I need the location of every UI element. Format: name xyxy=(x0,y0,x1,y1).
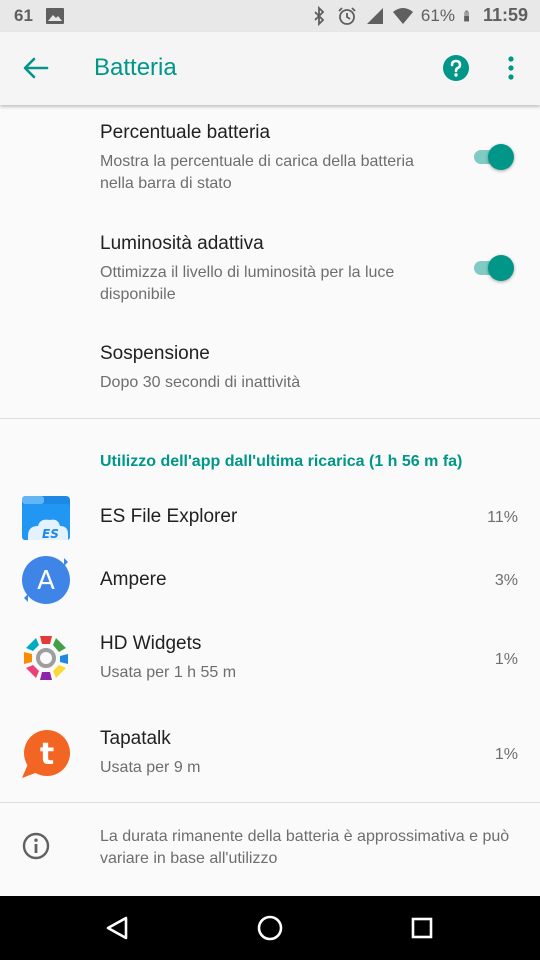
setting-summary: Mostra la percentuale di carica della ba… xyxy=(100,153,414,192)
home-circle-icon[interactable] xyxy=(254,912,286,944)
app-item-es-file-explorer[interactable]: ES ES File Explorer 11% xyxy=(0,488,540,548)
info-icon xyxy=(22,832,50,860)
setting-battery-percentage[interactable]: Percentuale batteria Mostra la percentua… xyxy=(0,105,540,211)
app-usage-detail: Usata per 1 h 55 m xyxy=(100,664,237,681)
es-file-explorer-icon: ES xyxy=(22,496,70,541)
app-percent: 1% xyxy=(494,651,518,668)
adaptive-brightness-toggle[interactable] xyxy=(470,254,514,282)
battery-percent: 61% xyxy=(420,5,455,25)
divider xyxy=(0,802,540,803)
app-item-hd-widgets[interactable]: HD Widgets Usata per 1 h 55 m 1% xyxy=(0,614,540,706)
setting-title: Sospensione xyxy=(100,343,210,364)
app-name: HD Widgets xyxy=(100,633,202,654)
notification-count: 61 xyxy=(14,6,33,25)
status-right: 61% 11:59 xyxy=(309,5,528,26)
alarm-icon xyxy=(338,6,356,25)
recents-square-icon[interactable] xyxy=(406,912,438,944)
battery-icon xyxy=(464,10,469,21)
setting-adaptive-brightness[interactable]: Luminosità adattiva Ottimizza il livello… xyxy=(0,216,540,322)
page-title: Batteria xyxy=(94,54,177,81)
status-left: 61 xyxy=(14,6,65,26)
status-bar: 61 61% 11:59 xyxy=(0,0,540,32)
app-name: Tapatalk xyxy=(100,728,171,749)
app-name: ES File Explorer xyxy=(100,506,238,527)
battery-percentage-toggle[interactable] xyxy=(470,143,514,171)
setting-title: Luminosità adattiva xyxy=(100,233,264,254)
toggle-thumb xyxy=(488,144,514,170)
setting-summary: Dopo 30 secondi di inattività xyxy=(100,374,301,391)
tapatalk-icon: t xyxy=(22,730,70,778)
app-bar: Batteria xyxy=(0,32,540,105)
toggle-thumb xyxy=(488,255,514,281)
setting-sleep[interactable]: Sospensione Dopo 30 secondi di inattivit… xyxy=(0,326,540,416)
svg-text:ES: ES xyxy=(42,527,59,541)
battery-info-footer: La durata rimanente della batteria è app… xyxy=(0,804,540,896)
app-name: Ampere xyxy=(100,569,167,590)
clock: 11:59 xyxy=(482,5,528,25)
app-item-tapatalk[interactable]: t Tapatalk Usata per 9 m 1% xyxy=(0,708,540,802)
setting-summary: Ottimizza il livello di luminosità per l… xyxy=(100,264,395,303)
app-percent: 3% xyxy=(494,572,518,589)
usage-section-header: Utilizzo dell'app dall'ultima ricarica (… xyxy=(100,453,463,470)
battery-info-text: La durata rimanente della batteria è app… xyxy=(100,828,510,867)
app-percent: 1% xyxy=(494,746,518,763)
back-triangle-icon[interactable] xyxy=(102,912,134,944)
svg-text:A: A xyxy=(37,566,55,596)
svg-text:t: t xyxy=(40,737,54,772)
more-options-icon[interactable] xyxy=(500,54,522,82)
hd-widgets-icon xyxy=(24,636,68,680)
wifi-icon xyxy=(392,7,413,24)
cell-signal-icon xyxy=(366,7,383,24)
divider xyxy=(0,418,540,419)
navigation-bar xyxy=(0,896,540,960)
image-notification-icon xyxy=(45,8,64,24)
app-usage-detail: Usata per 9 m xyxy=(100,759,201,776)
help-icon[interactable] xyxy=(442,54,470,82)
back-arrow-icon[interactable] xyxy=(22,56,50,80)
app-percent: 11% xyxy=(487,509,518,526)
setting-title: Percentuale batteria xyxy=(100,122,271,143)
ampere-icon: A xyxy=(22,556,70,604)
app-item-ampere[interactable]: A Ampere 3% xyxy=(0,550,540,612)
bluetooth-icon xyxy=(314,5,325,26)
